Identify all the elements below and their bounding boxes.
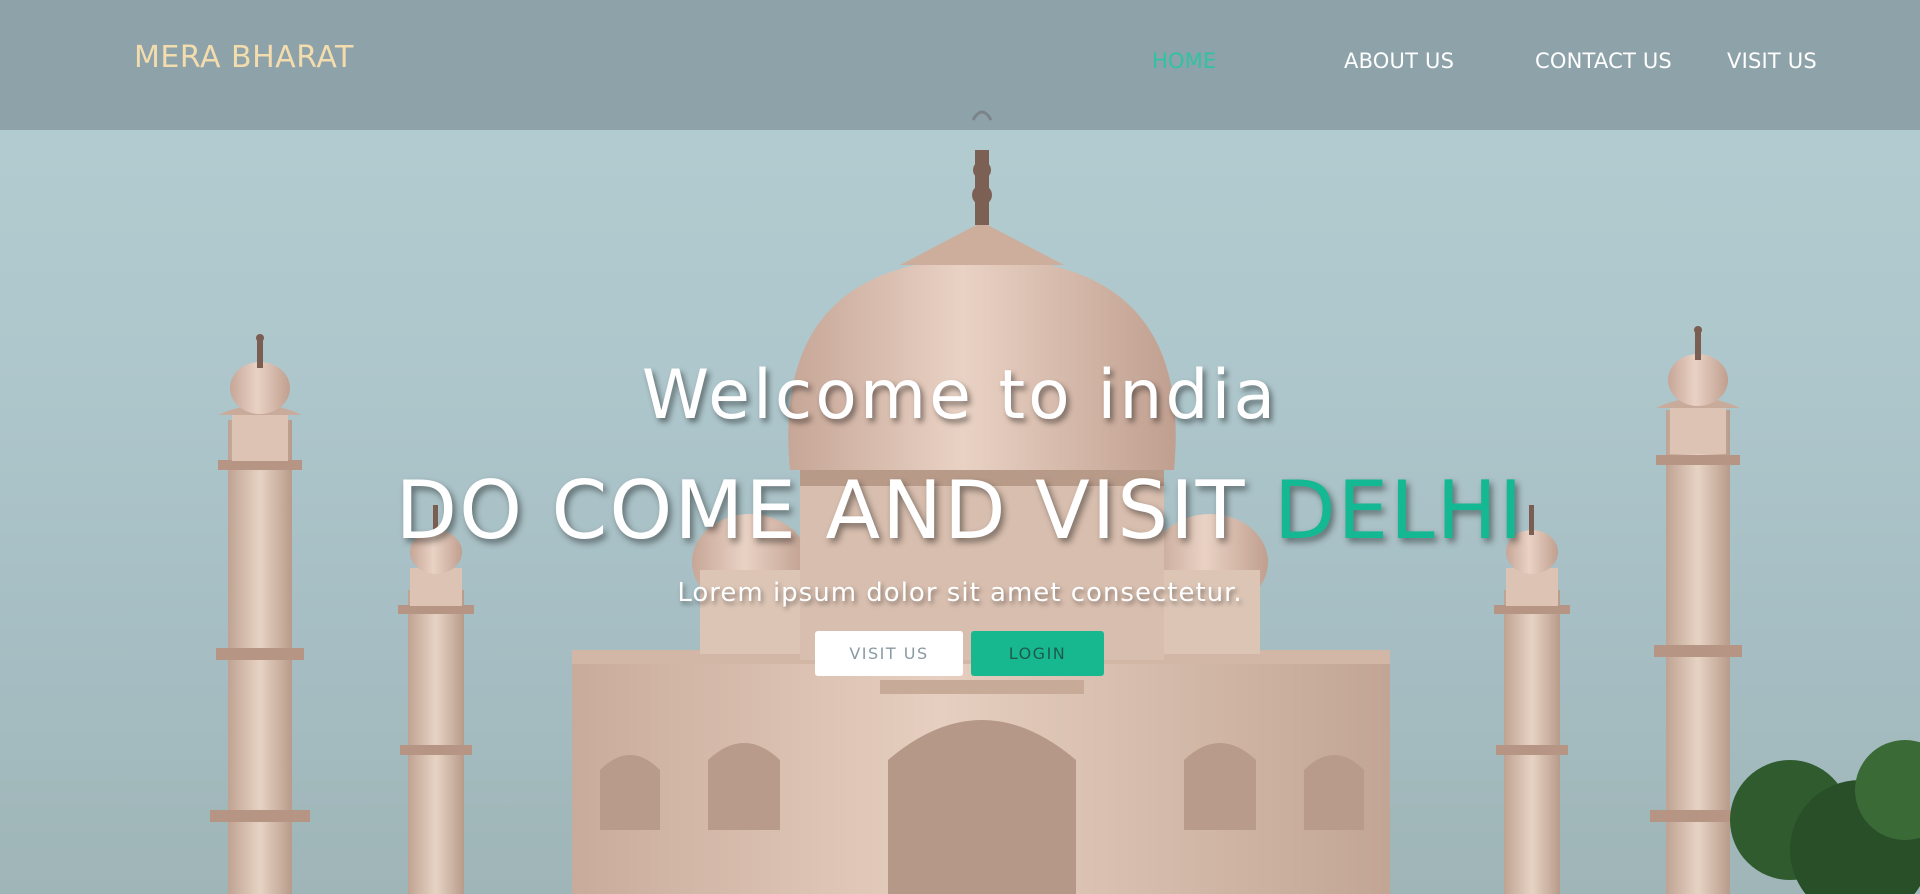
hero-content: Welcome to india DO COME AND VISIT DELHI… (0, 0, 1920, 894)
nav-contact-us[interactable]: CONTACT US (1535, 49, 1672, 73)
headline-accent-text: DELHI (1273, 464, 1525, 557)
hero-tagline: Lorem ipsum dolor sit amet consectetur. (677, 578, 1243, 608)
welcome-heading: Welcome to india (641, 356, 1279, 435)
brand-logo[interactable]: MERA BHARAT (134, 40, 354, 75)
nav-home[interactable]: HOME (1152, 49, 1217, 73)
hero-section: MERA BHARAT HOME ABOUT US CONTACT US VIS… (0, 0, 1920, 894)
main-headline: DO COME AND VISIT DELHI (0, 464, 1920, 557)
nav-visit-us[interactable]: VISIT US (1727, 49, 1817, 73)
headline-text: DO COME AND VISIT (395, 464, 1274, 557)
nav-about-us[interactable]: ABOUT US (1344, 49, 1454, 73)
top-navbar: MERA BHARAT HOME ABOUT US CONTACT US VIS… (0, 0, 1920, 130)
visit-us-button[interactable]: VISIT US (815, 631, 963, 676)
login-button[interactable]: LOGIN (971, 631, 1104, 676)
